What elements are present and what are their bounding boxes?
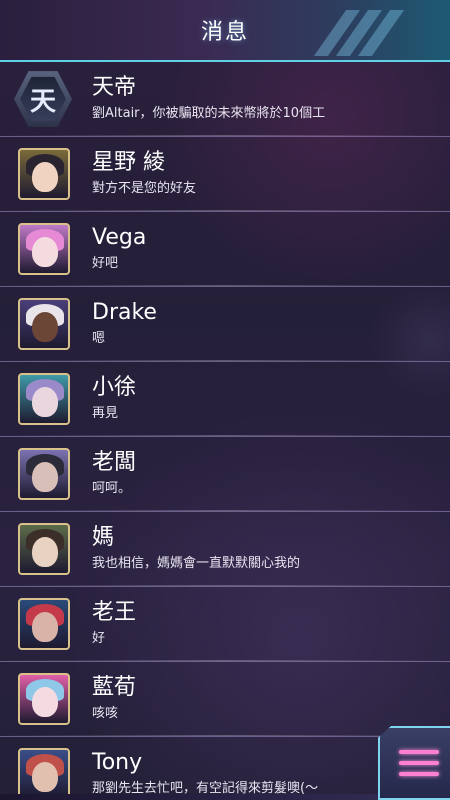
contact-name: 星野 綾 (92, 150, 165, 175)
menu-button[interactable] (378, 726, 450, 800)
avatar-tony (18, 748, 70, 800)
emblem-char: 天 (20, 76, 66, 122)
avatar-lao-wang (18, 598, 70, 650)
conversation-list[interactable]: 天 天帝 劉Altair，你被騙取的未來幣將於10個工 星野 綾 對方不是您的好… (0, 62, 450, 800)
contact-name: 小徐 (92, 375, 137, 400)
conversation-item[interactable]: Vega 好吧 (0, 212, 450, 287)
last-message: 劉Altair，你被騙取的未來幣將於10個工 (92, 106, 326, 121)
conversation-item[interactable]: 天 天帝 劉Altair，你被騙取的未來幣將於10個工 (0, 62, 450, 137)
contact-name: 媽 (92, 525, 115, 550)
last-message: 咳咳 (92, 706, 119, 721)
conversation-item[interactable]: 媽 我也相信，媽媽會一直默默關心我的 (0, 512, 450, 587)
avatar-drake (18, 298, 70, 350)
contact-name: 老王 (92, 600, 137, 625)
conversation-item[interactable]: 藍荀 咳咳 (0, 662, 450, 737)
page-title: 消息 (200, 20, 249, 45)
contact-name: Drake (92, 300, 157, 325)
avatar-vega (18, 223, 70, 275)
last-message: 好吧 (92, 256, 119, 271)
menu-icon-line (399, 772, 439, 776)
last-message: 再見 (92, 406, 119, 421)
avatar-boss (18, 448, 70, 500)
avatar-mom (18, 523, 70, 575)
tiandi-emblem-icon: 天 (14, 70, 72, 128)
conversation-item[interactable]: Drake 嗯 (0, 287, 450, 362)
last-message: 對方不是您的好友 (92, 181, 197, 196)
contact-name: Vega (92, 225, 147, 250)
header-bar: 消息 (0, 0, 450, 62)
contact-name: 藍荀 (92, 675, 137, 700)
menu-icon (399, 750, 439, 754)
contact-name: 老闆 (92, 450, 137, 475)
last-message: 好 (92, 631, 106, 646)
last-message: 嗯 (92, 331, 106, 346)
avatar-hoshino-aya (18, 148, 70, 200)
conversation-item[interactable]: 老闆 呵呵。 (0, 437, 450, 512)
last-message: 呵呵。 (92, 481, 132, 496)
conversation-item[interactable]: 老王 好 (0, 587, 450, 662)
contact-name: 天帝 (92, 75, 137, 100)
menu-icon-line (399, 761, 439, 765)
avatar-lan-xun (18, 673, 70, 725)
conversation-item[interactable]: 星野 綾 對方不是您的好友 (0, 137, 450, 212)
last-message: 我也相信，媽媽會一直默默關心我的 (92, 556, 301, 571)
avatar-xiao-xu (18, 373, 70, 425)
bottom-bar (0, 794, 378, 800)
conversation-item[interactable]: 小徐 再見 (0, 362, 450, 437)
